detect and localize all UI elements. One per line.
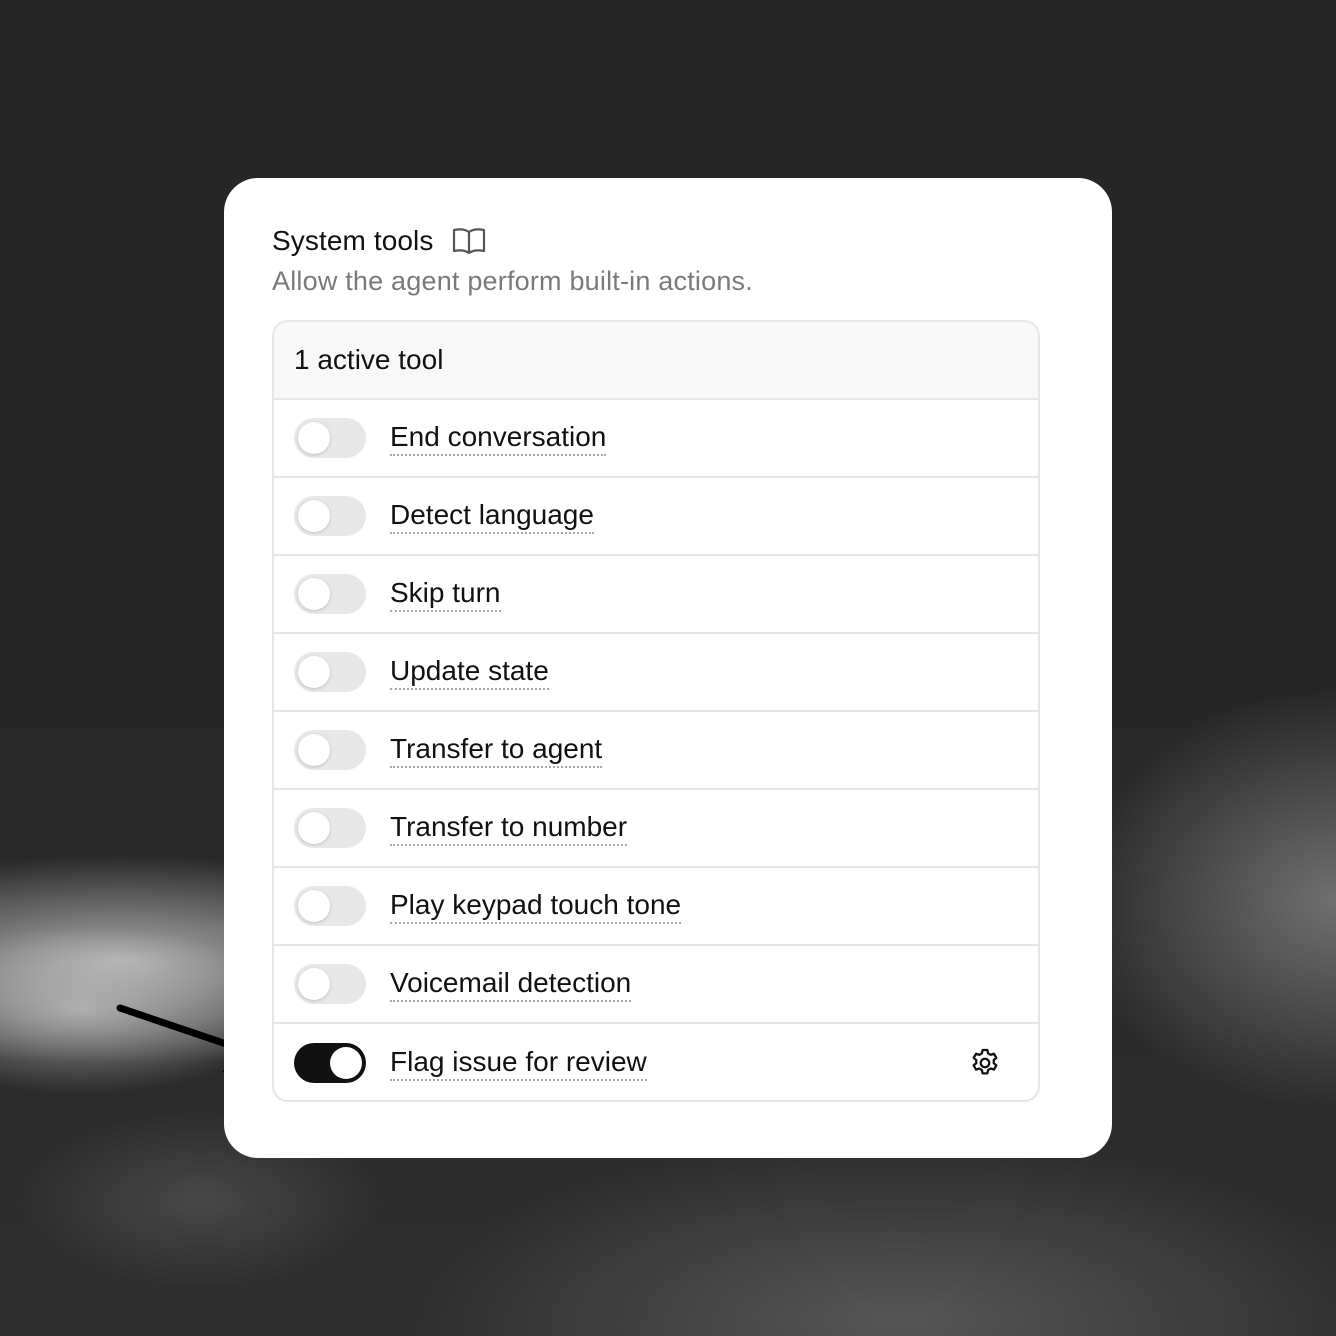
toggle-knob xyxy=(298,500,330,532)
tool-label[interactable]: Skip turn xyxy=(390,577,501,612)
tool-label[interactable]: Transfer to number xyxy=(390,811,628,846)
tool-label[interactable]: Detect language xyxy=(390,499,594,534)
tool-row-voicemail-detection: Voicemail detection xyxy=(274,946,1038,1024)
tool-row-update-state: Update state xyxy=(274,634,1038,712)
tool-label[interactable]: Transfer to agent xyxy=(390,733,603,768)
tool-row-skip-turn: Skip turn xyxy=(274,556,1038,634)
gear-icon[interactable] xyxy=(968,1046,1002,1080)
title-row: System tools xyxy=(272,222,487,260)
play-keypad-touch-tone-toggle[interactable] xyxy=(294,886,366,926)
toggle-knob xyxy=(298,968,330,1000)
transfer-to-agent-toggle[interactable] xyxy=(294,730,366,770)
panel-subtitle: Allow the agent perform built-in actions… xyxy=(272,266,753,296)
voicemail-detection-toggle[interactable] xyxy=(294,964,366,1004)
tool-row-transfer-to-agent: Transfer to agent xyxy=(274,712,1038,790)
detect-language-toggle[interactable] xyxy=(294,496,366,536)
tool-label[interactable]: End conversation xyxy=(390,421,607,456)
book-open-icon[interactable] xyxy=(451,226,487,256)
system-tools-card: System tools Allow the agent perform bui… xyxy=(224,178,1112,1158)
toggle-knob xyxy=(298,656,330,688)
end-conversation-toggle[interactable] xyxy=(294,418,366,458)
tool-row-transfer-to-number: Transfer to number xyxy=(274,790,1038,868)
toggle-knob xyxy=(298,734,330,766)
active-tools-count: 1 active tool xyxy=(274,322,1038,400)
update-state-toggle[interactable] xyxy=(294,652,366,692)
tools-list: 1 active tool End conversation Detect la… xyxy=(272,320,1040,1102)
panel-title: System tools xyxy=(272,225,434,256)
tool-row-play-keypad-touch-tone: Play keypad touch tone xyxy=(274,868,1038,946)
toggle-knob xyxy=(298,890,330,922)
tool-row-end-conversation: End conversation xyxy=(274,400,1038,478)
toggle-knob xyxy=(298,578,330,610)
tool-label[interactable]: Flag issue for review xyxy=(390,1046,647,1081)
tool-row-flag-issue-for-review: Flag issue for review xyxy=(274,1024,1038,1100)
skip-turn-toggle[interactable] xyxy=(294,574,366,614)
tool-label[interactable]: Voicemail detection xyxy=(390,967,632,1002)
flag-issue-for-review-toggle[interactable] xyxy=(294,1043,366,1083)
tool-row-detect-language: Detect language xyxy=(274,478,1038,556)
tool-label[interactable]: Play keypad touch tone xyxy=(390,889,682,924)
toggle-knob xyxy=(330,1047,362,1079)
toggle-knob xyxy=(298,812,330,844)
toggle-knob xyxy=(298,422,330,454)
transfer-to-number-toggle[interactable] xyxy=(294,808,366,848)
tool-label[interactable]: Update state xyxy=(390,655,549,690)
